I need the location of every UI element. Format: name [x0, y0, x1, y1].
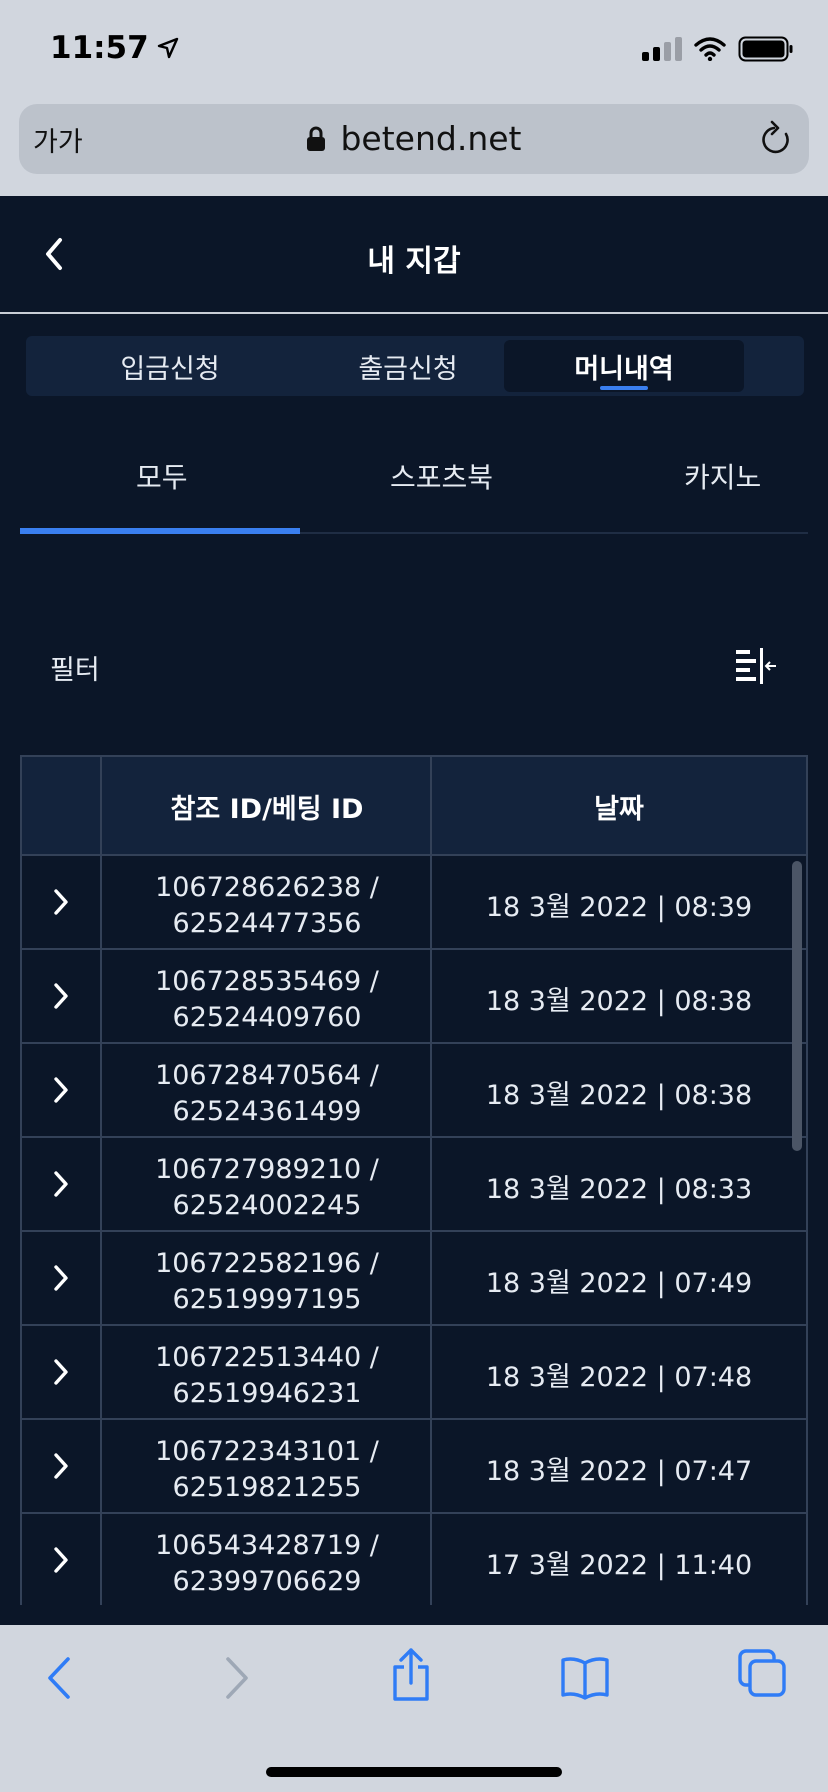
subtab-casino[interactable]: 카지노 [684, 456, 761, 496]
signal-icon [642, 37, 682, 61]
ref-id: 106727989210 / [155, 1154, 379, 1185]
table-scrollbar[interactable] [792, 861, 802, 1151]
date-cell: 18 3월 2022 | 08:39 [485, 892, 753, 923]
ref-id: 106722343101 / [155, 1436, 379, 1467]
date-cell: 18 3월 2022 | 07:48 [485, 1362, 753, 1393]
chevron-right-icon[interactable] [52, 888, 70, 916]
battery-icon [738, 36, 793, 62]
wifi-icon [694, 37, 726, 61]
ref-id: 106543428719 / [155, 1530, 379, 1561]
url-text: betend.net [340, 119, 522, 158]
tabs-icon[interactable] [738, 1649, 786, 1699]
date-cell: 18 3월 2022 | 08:38 [485, 986, 753, 1017]
date-cell: 17 3월 2022 | 11:40 [485, 1550, 753, 1581]
ref-id: 106728535469 / [155, 966, 379, 997]
table-row[interactable]: 106722582196 / 62519997195 18 3월 2022 | … [22, 1232, 806, 1326]
filter-toggle-icon[interactable] [734, 646, 778, 686]
chevron-right-icon[interactable] [52, 1076, 70, 1104]
tab-deposit-request[interactable]: 입금신청 [50, 340, 290, 392]
home-indicator [266, 1767, 562, 1777]
status-bar: 11:57 [0, 0, 828, 98]
date-cell: 18 3월 2022 | 08:38 [485, 1080, 753, 1111]
ref-bet-id-cell: 106543428719 / 62399706629 [102, 1528, 432, 1600]
date-cell: 18 3월 2022 | 08:33 [485, 1174, 753, 1205]
chevron-right-icon[interactable] [52, 1264, 70, 1292]
tab-label: 입금신청 [120, 353, 220, 385]
ref-id: 106728626238 / [155, 872, 379, 903]
page-title: 내 지갑 [367, 244, 461, 279]
active-tab-indicator [600, 386, 648, 390]
date-cell: 18 3월 2022 | 07:49 [485, 1268, 753, 1299]
reload-icon[interactable] [759, 120, 793, 158]
status-icons [642, 36, 794, 62]
tab-money-history[interactable]: 머니내역 [504, 340, 744, 392]
bet-id: 62524477356 [172, 908, 362, 939]
ref-bet-id-cell: 106722582196 / 62519997195 [102, 1246, 432, 1318]
forward-icon[interactable] [222, 1655, 252, 1701]
column-divider [430, 757, 432, 1605]
chevron-right-icon[interactable] [52, 1546, 70, 1574]
table-row[interactable]: 106728626238 / 62524477356 18 3월 2022 | … [22, 856, 806, 950]
bet-id: 62524409760 [172, 1002, 362, 1033]
table-row[interactable]: 106727989210 / 62524002245 18 3월 2022 | … [22, 1138, 806, 1232]
subtab-sportsbook[interactable]: 스포츠북 [390, 456, 493, 496]
ref-bet-id-cell: 106728626238 / 62524477356 [102, 870, 432, 942]
category-tabs: 모두 스포츠북 카지노 [20, 440, 808, 534]
share-icon[interactable] [390, 1647, 432, 1703]
chevron-right-icon[interactable] [52, 1170, 70, 1198]
ref-id: 106722513440 / [155, 1342, 379, 1373]
column-divider [100, 757, 102, 1605]
filter-label: 필터 [50, 655, 100, 686]
chevron-right-icon[interactable] [52, 1452, 70, 1480]
ref-bet-id-cell: 106722513440 / 62519946231 [102, 1340, 432, 1412]
column-header-expand [22, 757, 102, 856]
ref-id: 106728470564 / [155, 1060, 379, 1091]
bet-id: 62524002245 [172, 1190, 362, 1221]
tab-label: 출금신청 [358, 353, 458, 385]
tab-withdraw-request[interactable]: 출금신청 [288, 340, 528, 392]
bet-id: 62519997195 [172, 1284, 362, 1315]
column-header-ref-id: 참조 ID/베팅 ID [170, 794, 364, 825]
table-row[interactable]: 106728470564 / 62524361499 18 3월 2022 | … [22, 1044, 806, 1138]
table-row[interactable]: 106722513440 / 62519946231 18 3월 2022 | … [22, 1326, 806, 1420]
table-header: 참조 ID/베팅 ID 날짜 [22, 757, 806, 856]
bet-id: 62399706629 [172, 1566, 362, 1597]
address-bar-area: 가가 betend.net [0, 98, 828, 196]
bet-id: 62519946231 [172, 1378, 362, 1409]
location-arrow-icon [157, 37, 178, 59]
ref-bet-id-cell: 106728470564 / 62524361499 [102, 1058, 432, 1130]
chevron-right-icon[interactable] [52, 1358, 70, 1386]
ref-id: 106722582196 / [155, 1248, 379, 1279]
table-row[interactable]: 106722343101 / 62519821255 18 3월 2022 | … [22, 1420, 806, 1514]
transactions-table: 참조 ID/베팅 ID 날짜 106728626238 / 6252447735… [20, 755, 808, 1605]
subtab-all[interactable]: 모두 [136, 456, 188, 496]
table-row[interactable]: 106728535469 / 62524409760 18 3월 2022 | … [22, 950, 806, 1044]
table-row[interactable]: 106543428719 / 62399706629 17 3월 2022 | … [22, 1514, 806, 1605]
date-cell: 18 3월 2022 | 07:47 [485, 1456, 753, 1487]
url-display[interactable]: betend.net [19, 119, 809, 158]
clock-text: 11:57 [50, 30, 149, 66]
tab-label: 머니내역 [574, 353, 674, 385]
ref-bet-id-cell: 106722343101 / 62519821255 [102, 1434, 432, 1506]
bookmarks-icon[interactable] [560, 1655, 610, 1701]
bet-id: 62524361499 [172, 1096, 362, 1127]
status-time: 11:57 [50, 30, 179, 66]
ref-bet-id-cell: 106727989210 / 62524002245 [102, 1152, 432, 1224]
app-header: 내 지갑 [0, 196, 828, 314]
lock-icon [307, 126, 326, 151]
bet-id: 62519821255 [172, 1472, 362, 1503]
active-subtab-indicator [20, 528, 300, 534]
table-body: 106728626238 / 62524477356 18 3월 2022 | … [22, 856, 806, 1605]
ref-bet-id-cell: 106728535469 / 62524409760 [102, 964, 432, 1036]
column-header-date: 날짜 [594, 794, 644, 825]
back-icon[interactable] [44, 1655, 74, 1701]
wallet-tabs: 입금신청 출금신청 머니내역 [26, 336, 804, 396]
browser-toolbar [0, 1625, 828, 1792]
chevron-right-icon[interactable] [52, 982, 70, 1010]
address-bar[interactable]: 가가 betend.net [19, 104, 809, 174]
